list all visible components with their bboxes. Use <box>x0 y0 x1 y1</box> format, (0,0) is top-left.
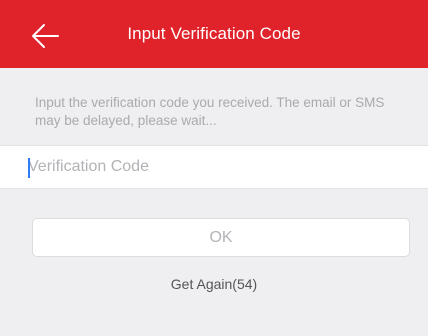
header-bar: Input Verification Code <box>0 0 428 68</box>
get-again-link[interactable]: Get Again(54) <box>0 276 428 292</box>
instructions-text: Input the verification code you received… <box>35 95 385 128</box>
verification-code-input[interactable] <box>28 146 408 188</box>
page-title: Input Verification Code <box>127 24 301 43</box>
verification-code-field[interactable] <box>0 145 428 189</box>
ok-button[interactable]: OK <box>32 218 410 257</box>
text-caret <box>28 158 30 178</box>
